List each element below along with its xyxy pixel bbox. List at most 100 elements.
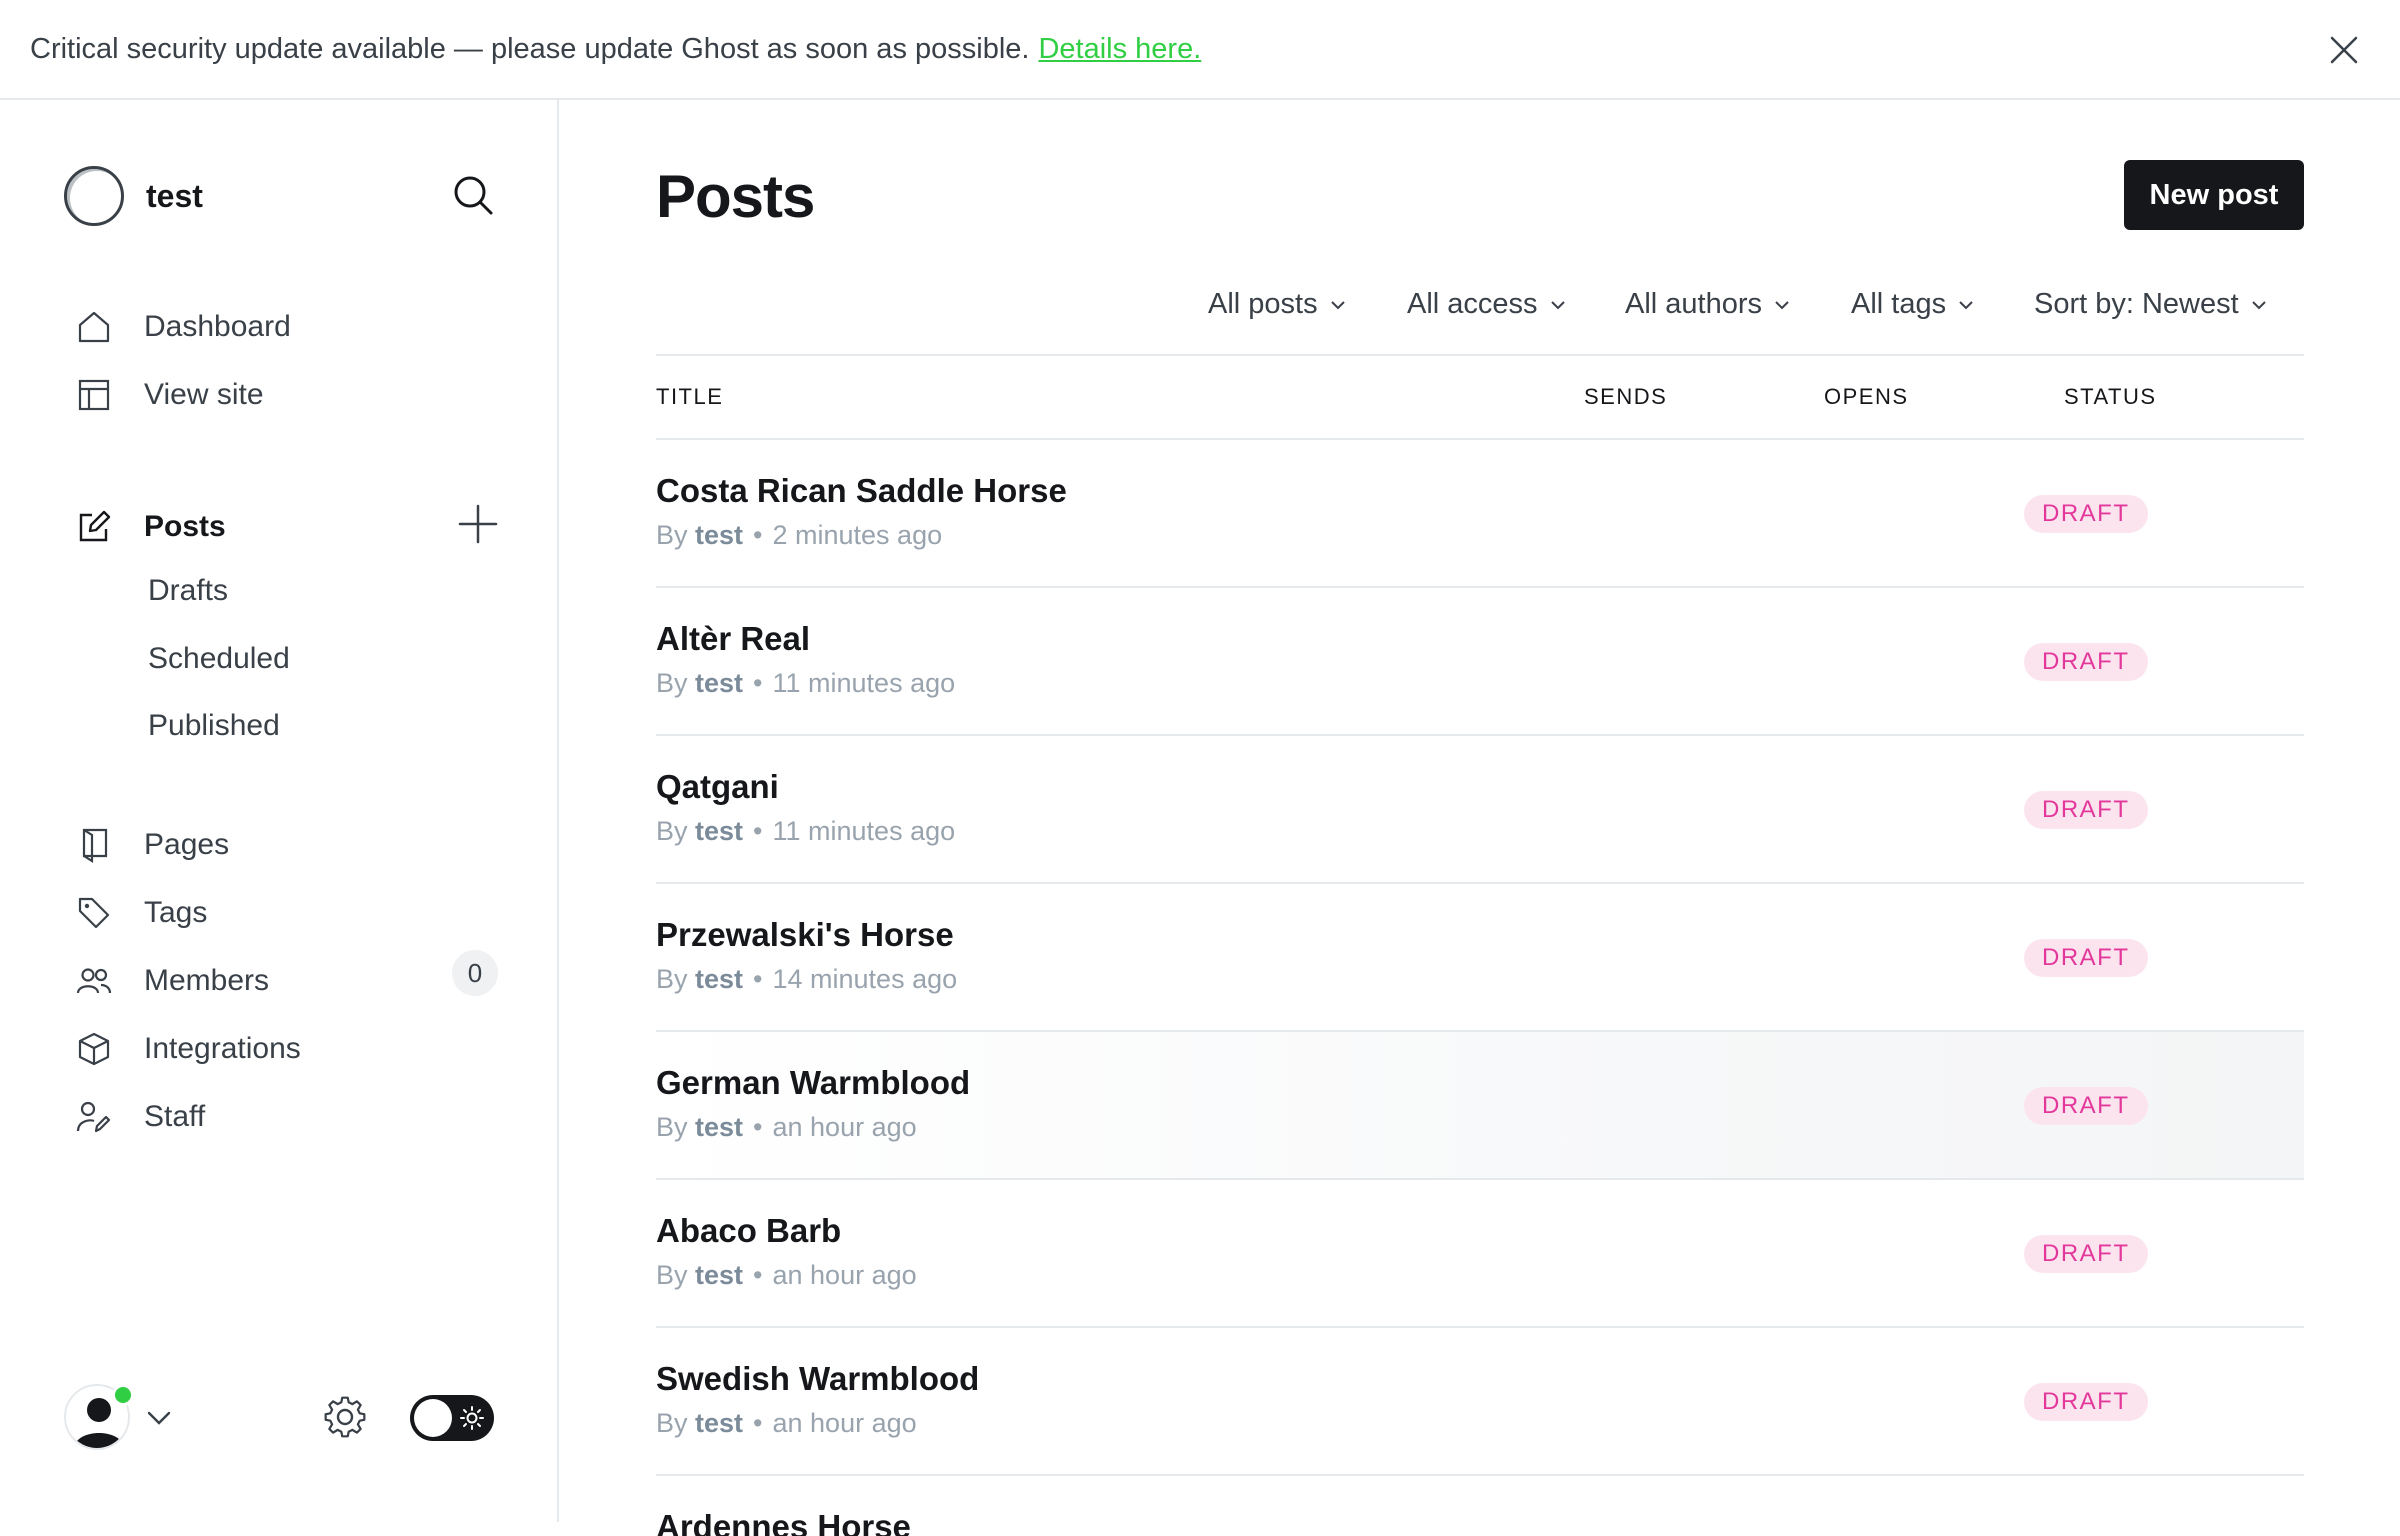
table-row[interactable]: Qatgani By test • 11 minutes ago DRAFT [656, 736, 2304, 884]
status-badge: DRAFT [2024, 1235, 2148, 1273]
toggle-knob [414, 1399, 452, 1437]
nav-item-view-site[interactable]: View site [74, 370, 264, 420]
meta-by: By [656, 1112, 688, 1142]
meta-by: By [656, 1260, 688, 1290]
filter-label: All authors [1625, 288, 1763, 320]
chevron-down-icon [1550, 300, 1565, 309]
box-icon [74, 1029, 114, 1069]
table-row[interactable]: German Warmblood By test • an hour ago DRA… [656, 1032, 2304, 1180]
filter-label: Sort by: Newest [2034, 288, 2239, 320]
sidebar-item-published[interactable]: Published [148, 709, 280, 743]
sun-icon [460, 1406, 484, 1430]
filter-tags[interactable]: All tags [1851, 288, 1974, 321]
post-title: Swedish Warmblood [656, 1360, 980, 1397]
theme-toggle[interactable] [410, 1395, 494, 1441]
nav-label: Integrations [144, 1032, 301, 1065]
table-row[interactable]: Costa Rican Saddle Horse By test • 2 minut… [656, 440, 2304, 588]
nav-label: Staff [144, 1100, 206, 1133]
nav-item-dashboard[interactable]: Dashboard [74, 302, 291, 352]
column-header-status: STATUS [2064, 384, 2157, 409]
meta-by: By [656, 668, 688, 698]
post-time: an hour ago [772, 1408, 917, 1438]
tag-icon [74, 893, 114, 933]
post-meta: By test • 2 minutes ago [656, 520, 943, 550]
chevron-down-icon [1330, 300, 1345, 309]
post-title: Przewalski's Horse [656, 916, 954, 953]
post-time: an hour ago [772, 1260, 917, 1290]
nav-label: Pages [144, 828, 230, 861]
table-row[interactable]: Swedish Warmblood By test • an hour ago DR… [656, 1328, 2304, 1476]
banner-message: Critical security update available — ple… [30, 32, 1030, 65]
chevron-down-icon [1959, 300, 1973, 309]
gear-icon[interactable] [322, 1394, 368, 1440]
new-post-button[interactable]: New post [2124, 160, 2304, 230]
filter-label: All access [1407, 288, 1538, 320]
add-post-icon[interactable] [456, 502, 500, 546]
site-brand[interactable]: test [64, 166, 203, 226]
post-author: test [695, 964, 744, 994]
online-status-indicator [112, 1384, 134, 1406]
divider [656, 354, 2304, 356]
post-time: 11 minutes ago [772, 668, 956, 698]
staff-icon [74, 1097, 114, 1137]
nav-item-staff[interactable]: Staff [74, 1092, 205, 1142]
filter-authors[interactable]: All authors [1625, 288, 1790, 321]
filter-type[interactable]: All posts [1208, 288, 1346, 321]
update-banner: Critical security update available — ple… [0, 0, 2400, 100]
site-name: test [146, 177, 203, 214]
nav-item-tags[interactable]: Tags [74, 888, 207, 938]
status-badge: DRAFT [2024, 791, 2148, 829]
nav-label: Posts [144, 510, 226, 543]
banner-details-link[interactable]: Details here. [1038, 33, 1201, 66]
post-time: 11 minutes ago [772, 816, 956, 846]
search-icon[interactable] [450, 172, 496, 218]
status-badge: DRAFT [2024, 643, 2148, 681]
page-title: Posts [656, 163, 815, 230]
sidebar-item-drafts[interactable]: Drafts [148, 574, 228, 608]
nav-item-integrations[interactable]: Integrations [74, 1024, 301, 1074]
post-title: Qatgani [656, 768, 779, 805]
post-title: Altèr Real [656, 620, 811, 657]
post-time: 2 minutes ago [772, 520, 943, 550]
post-title: Costa Rican Saddle Horse [656, 472, 1067, 509]
chevron-down-icon[interactable] [146, 1408, 172, 1428]
nav-label: Dashboard [144, 310, 291, 343]
table-row[interactable]: Abaco Barb By test • an hour ago DRAFT [656, 1180, 2304, 1328]
post-title: Abaco Barb [656, 1212, 842, 1249]
post-title: Ardennes Horse [656, 1508, 911, 1536]
close-icon[interactable] [2324, 30, 2364, 70]
chevron-down-icon [2251, 300, 2266, 309]
post-time: an hour ago [772, 1112, 917, 1142]
nav-item-posts[interactable]: Posts [74, 502, 226, 552]
members-count-badge: 0 [452, 950, 498, 996]
nav-label: Members [144, 964, 270, 997]
edit-icon [74, 507, 114, 547]
post-author: test [695, 1260, 744, 1290]
post-author: test [695, 668, 744, 698]
filter-sort[interactable]: Sort by: Newest [2034, 288, 2267, 321]
post-meta: By test • an hour ago [656, 1408, 917, 1438]
table-row[interactable]: Ardennes Horse [656, 1476, 2304, 1536]
nav-label: View site [144, 378, 264, 411]
site-logo-icon [64, 166, 124, 226]
members-icon [74, 961, 114, 1001]
table-row[interactable]: Przewalski's Horse By test • 14 minutes ag… [656, 884, 2304, 1032]
layout-icon [74, 375, 114, 415]
meta-by: By [656, 520, 688, 550]
filter-access[interactable]: All access [1407, 288, 1566, 321]
post-meta: By test • an hour ago [656, 1260, 917, 1290]
table-row[interactable]: Altèr Real By test • 11 minutes ago DRAFT [656, 588, 2304, 736]
column-header-opens: OPENS [1824, 384, 1909, 409]
sidebar-item-scheduled[interactable]: Scheduled [148, 642, 290, 676]
post-meta: By test • 14 minutes ago [656, 964, 958, 994]
post-title: German Warmblood [656, 1064, 971, 1101]
post-author: test [695, 1112, 744, 1142]
nav-item-pages[interactable]: Pages [74, 820, 229, 870]
post-author: test [695, 1408, 744, 1438]
column-header-sends: SENDS [1584, 384, 1668, 409]
filter-label: All tags [1851, 288, 1947, 320]
status-badge: DRAFT [2024, 1383, 2148, 1421]
column-header-title: TITLE [656, 384, 724, 409]
meta-by: By [656, 964, 688, 994]
nav-item-members[interactable]: Members [74, 956, 269, 1006]
